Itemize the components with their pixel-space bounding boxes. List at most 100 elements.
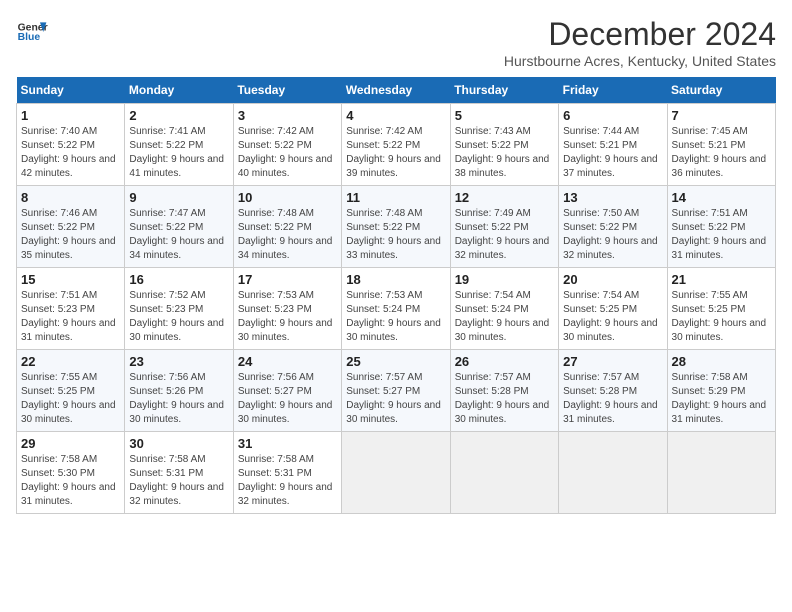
daylight-label: Daylight: 9 hours and 40 minutes. bbox=[238, 154, 333, 179]
day-number: 26 bbox=[455, 354, 554, 369]
daylight-label: Daylight: 9 hours and 30 minutes. bbox=[672, 318, 767, 343]
day-number: 29 bbox=[21, 436, 120, 451]
sunrise-label: Sunrise: 7:41 AM bbox=[129, 126, 205, 137]
day-info: Sunrise: 7:54 AM Sunset: 5:25 PM Dayligh… bbox=[563, 289, 662, 345]
day-info: Sunrise: 7:55 AM Sunset: 5:25 PM Dayligh… bbox=[21, 371, 120, 427]
daylight-label: Daylight: 9 hours and 34 minutes. bbox=[129, 236, 224, 261]
calendar-day-cell: 26 Sunrise: 7:57 AM Sunset: 5:28 PM Dayl… bbox=[450, 350, 558, 432]
day-number: 19 bbox=[455, 272, 554, 287]
sunrise-label: Sunrise: 7:44 AM bbox=[563, 126, 639, 137]
sunset-label: Sunset: 5:21 PM bbox=[563, 140, 637, 151]
day-number: 13 bbox=[563, 190, 662, 205]
day-number: 16 bbox=[129, 272, 228, 287]
day-number: 5 bbox=[455, 108, 554, 123]
daylight-label: Daylight: 9 hours and 30 minutes. bbox=[455, 400, 550, 425]
daylight-label: Daylight: 9 hours and 32 minutes. bbox=[455, 236, 550, 261]
sunrise-label: Sunrise: 7:57 AM bbox=[563, 372, 639, 383]
sunrise-label: Sunrise: 7:42 AM bbox=[238, 126, 314, 137]
day-number: 22 bbox=[21, 354, 120, 369]
daylight-label: Daylight: 9 hours and 30 minutes. bbox=[238, 318, 333, 343]
calendar-day-cell: 22 Sunrise: 7:55 AM Sunset: 5:25 PM Dayl… bbox=[17, 350, 125, 432]
sunset-label: Sunset: 5:23 PM bbox=[238, 304, 312, 315]
day-info: Sunrise: 7:43 AM Sunset: 5:22 PM Dayligh… bbox=[455, 125, 554, 181]
sunrise-label: Sunrise: 7:54 AM bbox=[563, 290, 639, 301]
day-number: 7 bbox=[672, 108, 771, 123]
day-info: Sunrise: 7:50 AM Sunset: 5:22 PM Dayligh… bbox=[563, 207, 662, 263]
calendar-day-cell: 12 Sunrise: 7:49 AM Sunset: 5:22 PM Dayl… bbox=[450, 186, 558, 268]
daylight-label: Daylight: 9 hours and 35 minutes. bbox=[21, 236, 116, 261]
day-info: Sunrise: 7:57 AM Sunset: 5:27 PM Dayligh… bbox=[346, 371, 445, 427]
day-info: Sunrise: 7:54 AM Sunset: 5:24 PM Dayligh… bbox=[455, 289, 554, 345]
day-number: 21 bbox=[672, 272, 771, 287]
calendar-day-cell: 3 Sunrise: 7:42 AM Sunset: 5:22 PM Dayli… bbox=[233, 104, 341, 186]
calendar-day-cell: 28 Sunrise: 7:58 AM Sunset: 5:29 PM Dayl… bbox=[667, 350, 775, 432]
day-info: Sunrise: 7:57 AM Sunset: 5:28 PM Dayligh… bbox=[455, 371, 554, 427]
calendar-day-cell: 9 Sunrise: 7:47 AM Sunset: 5:22 PM Dayli… bbox=[125, 186, 233, 268]
daylight-label: Daylight: 9 hours and 31 minutes. bbox=[672, 236, 767, 261]
day-info: Sunrise: 7:46 AM Sunset: 5:22 PM Dayligh… bbox=[21, 207, 120, 263]
calendar-day-cell bbox=[450, 432, 558, 514]
sunset-label: Sunset: 5:22 PM bbox=[21, 222, 95, 233]
calendar-day-cell bbox=[667, 432, 775, 514]
day-info: Sunrise: 7:53 AM Sunset: 5:23 PM Dayligh… bbox=[238, 289, 337, 345]
calendar-day-cell: 13 Sunrise: 7:50 AM Sunset: 5:22 PM Dayl… bbox=[559, 186, 667, 268]
calendar-day-cell: 31 Sunrise: 7:58 AM Sunset: 5:31 PM Dayl… bbox=[233, 432, 341, 514]
sunset-label: Sunset: 5:22 PM bbox=[563, 222, 637, 233]
day-info: Sunrise: 7:56 AM Sunset: 5:26 PM Dayligh… bbox=[129, 371, 228, 427]
calendar-week-row: 8 Sunrise: 7:46 AM Sunset: 5:22 PM Dayli… bbox=[17, 186, 776, 268]
calendar-day-cell: 11 Sunrise: 7:48 AM Sunset: 5:22 PM Dayl… bbox=[342, 186, 450, 268]
sunset-label: Sunset: 5:31 PM bbox=[129, 468, 203, 479]
calendar-week-row: 29 Sunrise: 7:58 AM Sunset: 5:30 PM Dayl… bbox=[17, 432, 776, 514]
daylight-label: Daylight: 9 hours and 42 minutes. bbox=[21, 154, 116, 179]
weekday-header-row: SundayMondayTuesdayWednesdayThursdayFrid… bbox=[17, 77, 776, 104]
sunset-label: Sunset: 5:22 PM bbox=[238, 140, 312, 151]
day-number: 23 bbox=[129, 354, 228, 369]
sunset-label: Sunset: 5:29 PM bbox=[672, 386, 746, 397]
calendar-day-cell: 1 Sunrise: 7:40 AM Sunset: 5:22 PM Dayli… bbox=[17, 104, 125, 186]
calendar-day-cell: 2 Sunrise: 7:41 AM Sunset: 5:22 PM Dayli… bbox=[125, 104, 233, 186]
calendar-day-cell: 17 Sunrise: 7:53 AM Sunset: 5:23 PM Dayl… bbox=[233, 268, 341, 350]
day-number: 31 bbox=[238, 436, 337, 451]
sunset-label: Sunset: 5:23 PM bbox=[21, 304, 95, 315]
sunset-label: Sunset: 5:26 PM bbox=[129, 386, 203, 397]
sunrise-label: Sunrise: 7:58 AM bbox=[672, 372, 748, 383]
day-info: Sunrise: 7:48 AM Sunset: 5:22 PM Dayligh… bbox=[238, 207, 337, 263]
day-number: 30 bbox=[129, 436, 228, 451]
calendar-day-cell: 4 Sunrise: 7:42 AM Sunset: 5:22 PM Dayli… bbox=[342, 104, 450, 186]
day-info: Sunrise: 7:57 AM Sunset: 5:28 PM Dayligh… bbox=[563, 371, 662, 427]
day-number: 9 bbox=[129, 190, 228, 205]
day-number: 4 bbox=[346, 108, 445, 123]
day-number: 24 bbox=[238, 354, 337, 369]
calendar-day-cell: 7 Sunrise: 7:45 AM Sunset: 5:21 PM Dayli… bbox=[667, 104, 775, 186]
calendar-day-cell: 27 Sunrise: 7:57 AM Sunset: 5:28 PM Dayl… bbox=[559, 350, 667, 432]
day-number: 10 bbox=[238, 190, 337, 205]
day-info: Sunrise: 7:58 AM Sunset: 5:29 PM Dayligh… bbox=[672, 371, 771, 427]
calendar-day-cell: 18 Sunrise: 7:53 AM Sunset: 5:24 PM Dayl… bbox=[342, 268, 450, 350]
sunrise-label: Sunrise: 7:54 AM bbox=[455, 290, 531, 301]
day-info: Sunrise: 7:51 AM Sunset: 5:23 PM Dayligh… bbox=[21, 289, 120, 345]
weekday-header-cell: Saturday bbox=[667, 77, 775, 104]
sunrise-label: Sunrise: 7:57 AM bbox=[346, 372, 422, 383]
calendar-day-cell: 6 Sunrise: 7:44 AM Sunset: 5:21 PM Dayli… bbox=[559, 104, 667, 186]
daylight-label: Daylight: 9 hours and 39 minutes. bbox=[346, 154, 441, 179]
weekday-header-cell: Sunday bbox=[17, 77, 125, 104]
weekday-header-cell: Thursday bbox=[450, 77, 558, 104]
sunset-label: Sunset: 5:24 PM bbox=[455, 304, 529, 315]
calendar-day-cell: 25 Sunrise: 7:57 AM Sunset: 5:27 PM Dayl… bbox=[342, 350, 450, 432]
day-number: 20 bbox=[563, 272, 662, 287]
sunset-label: Sunset: 5:25 PM bbox=[21, 386, 95, 397]
day-info: Sunrise: 7:42 AM Sunset: 5:22 PM Dayligh… bbox=[346, 125, 445, 181]
sunrise-label: Sunrise: 7:42 AM bbox=[346, 126, 422, 137]
weekday-header-cell: Tuesday bbox=[233, 77, 341, 104]
calendar-day-cell: 30 Sunrise: 7:58 AM Sunset: 5:31 PM Dayl… bbox=[125, 432, 233, 514]
daylight-label: Daylight: 9 hours and 32 minutes. bbox=[563, 236, 658, 261]
sunrise-label: Sunrise: 7:47 AM bbox=[129, 208, 205, 219]
sunrise-label: Sunrise: 7:40 AM bbox=[21, 126, 97, 137]
calendar-day-cell bbox=[342, 432, 450, 514]
sunrise-label: Sunrise: 7:53 AM bbox=[346, 290, 422, 301]
sunset-label: Sunset: 5:22 PM bbox=[455, 140, 529, 151]
sunrise-label: Sunrise: 7:50 AM bbox=[563, 208, 639, 219]
day-number: 28 bbox=[672, 354, 771, 369]
daylight-label: Daylight: 9 hours and 30 minutes. bbox=[21, 400, 116, 425]
sunset-label: Sunset: 5:22 PM bbox=[238, 222, 312, 233]
